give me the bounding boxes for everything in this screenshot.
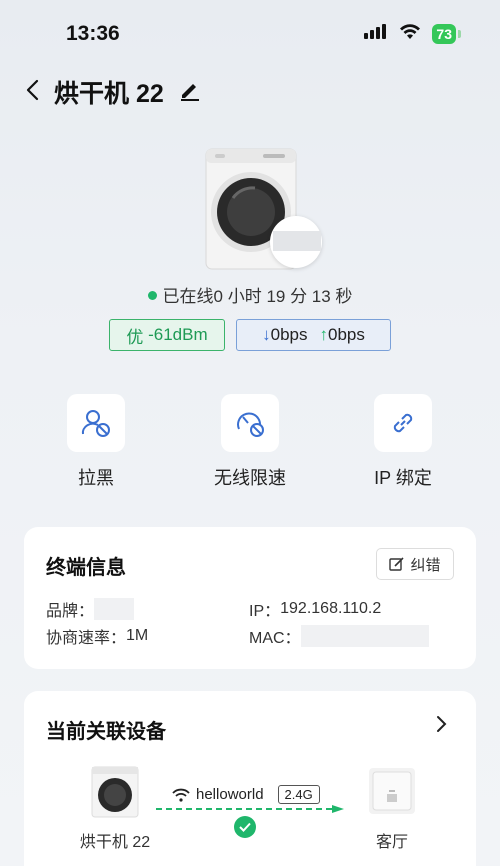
speed-limit-icon xyxy=(221,394,279,452)
online-dot-icon xyxy=(147,291,157,300)
status-time: 13:36 xyxy=(66,22,120,45)
chevron-left-icon xyxy=(26,79,39,101)
associated-device-card[interactable]: 当前关联设备 烘干机 22 helloworld 2.4G 客厅 xyxy=(24,691,476,866)
edit-name-button[interactable] xyxy=(178,78,202,102)
ip-label: IP： xyxy=(249,603,281,620)
correct-label: 纠错 xyxy=(410,556,441,574)
mac-label: MAC： xyxy=(249,630,301,647)
mac-row: MAC： xyxy=(249,624,429,648)
upload-speed: 0bps xyxy=(328,325,365,344)
ip-row: IP： 192.168.110.2 xyxy=(249,597,381,621)
topology-device-label: 烘干机 22 xyxy=(79,834,151,851)
topology-device-image xyxy=(90,766,140,818)
page-title: 烘干机 22 xyxy=(54,80,164,108)
terminal-info-card: 终端信息 纠错 品牌： 协商速率： 1M IP： 192.168.110.2 M… xyxy=(24,527,476,669)
mac-redacted xyxy=(300,625,429,647)
cellular-signal-icon xyxy=(364,23,388,44)
signal-rssi: -61dBm xyxy=(148,325,208,344)
chevron-right-icon xyxy=(437,716,447,732)
band-badge: 2.4G xyxy=(277,785,320,804)
speed-badge: ↓0bps ↑0bps xyxy=(236,319,391,351)
down-arrow-icon: ↓ xyxy=(262,325,271,344)
link-icon xyxy=(374,394,432,452)
signal-quality: 优 xyxy=(126,327,144,347)
wifi-icon xyxy=(398,22,422,45)
associated-title: 当前关联设备 xyxy=(46,721,166,743)
rate-label: 协商速率： xyxy=(46,630,127,647)
block-label: 拉黑 xyxy=(78,468,114,488)
wifi-icon xyxy=(172,788,190,802)
ssid-name: helloworld xyxy=(196,786,264,803)
connection-line xyxy=(156,805,344,813)
online-prefix: 已在线 xyxy=(162,287,214,306)
status-bar: 13:36 73 xyxy=(0,0,500,60)
rate-row: 协商速率： 1M xyxy=(46,624,148,648)
access-point-image xyxy=(369,768,415,814)
back-button[interactable] xyxy=(18,76,46,104)
connected-check-icon xyxy=(234,816,256,838)
speed-limit-label: 无线限速 xyxy=(214,468,286,488)
download-speed: 0bps xyxy=(270,325,308,344)
online-status: 已在线0 小时 19 分 13 秒 xyxy=(0,282,500,307)
redacted-area xyxy=(273,231,321,251)
ip-bind-button[interactable]: IP 绑定 xyxy=(343,394,463,490)
device-label-badge xyxy=(270,216,322,268)
signal-strength-badge: 优 -61dBm xyxy=(109,319,225,351)
access-point-label: 客厅 xyxy=(375,834,408,851)
battery-indicator: 73 xyxy=(432,23,461,44)
ssid-info: helloworld 2.4G xyxy=(172,785,320,804)
header: 烘干机 22 xyxy=(0,70,500,110)
brand-row: 品牌： xyxy=(46,597,135,621)
ip-bind-label: IP 绑定 xyxy=(374,468,432,488)
brand-label: 品牌： xyxy=(46,603,95,620)
correct-button[interactable]: 纠错 xyxy=(376,548,454,580)
ip-value: 192.168.110.2 xyxy=(280,600,382,617)
speed-limit-button[interactable]: 无线限速 xyxy=(190,394,310,490)
terminal-info-title: 终端信息 xyxy=(46,557,126,579)
pencil-icon xyxy=(181,84,199,101)
brand-redacted xyxy=(94,598,135,620)
up-arrow-icon: ↑ xyxy=(319,325,329,344)
block-button[interactable]: 拉黑 xyxy=(36,394,156,490)
online-duration: 0 小时 19 分 13 秒 xyxy=(213,287,353,306)
status-icons: 73 xyxy=(364,22,461,45)
edit-icon xyxy=(389,557,405,571)
block-user-icon xyxy=(67,394,125,452)
rate-value: 1M xyxy=(126,627,149,644)
